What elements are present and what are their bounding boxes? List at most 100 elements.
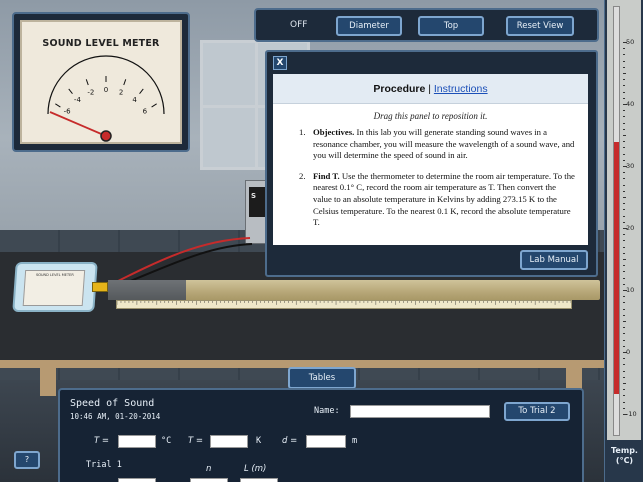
meter-face: SOUND LEVEL METER -6 -4 -2 0 2 4 6	[20, 20, 182, 144]
meter-tick-label: -6	[64, 107, 72, 115]
thermometer-minor-tick	[623, 376, 625, 378]
thermometer-scale: 50 40 30 20 10 0 -10	[607, 0, 641, 440]
thermometer-minor-tick	[623, 122, 625, 124]
meter-tick-label: 2	[119, 89, 123, 97]
item-text: Use the thermometer to determine the roo…	[313, 170, 575, 228]
drag-hint: Drag this panel to reposition it.	[373, 111, 488, 121]
thermometer-minor-tick	[623, 321, 626, 322]
instructions-link[interactable]: Instructions	[434, 83, 488, 95]
thermometer-minor-tick	[623, 252, 625, 254]
thermometer-minor-tick	[623, 135, 626, 136]
thermometer-minor-tick	[623, 395, 625, 397]
sound-level-meter-panel: SOUND LEVEL METER -6 -4 -2 0 2 4 6	[12, 12, 190, 152]
thermometer-minor-tick	[623, 190, 625, 192]
procedure-title: Procedure	[373, 83, 426, 95]
thermometer-minor-tick	[623, 178, 625, 180]
thermometer-minor-tick	[623, 389, 625, 391]
thermometer-minor-tick	[623, 97, 625, 99]
data-panel-title: Speed of Sound	[70, 398, 155, 409]
meter-title: SOUND LEVEL METER	[42, 38, 160, 49]
procedure-content: Procedure | Instructions Drag this panel…	[273, 74, 588, 245]
thermometer-minor-tick	[623, 333, 625, 335]
d-label: d =	[282, 436, 298, 446]
diameter-button[interactable]: Diameter	[336, 16, 402, 36]
thermometer-minor-tick	[623, 327, 625, 329]
thermometer-minor-tick	[623, 116, 625, 118]
d-unit: m	[352, 436, 358, 446]
thermometer-minor-tick	[623, 283, 625, 285]
meter-tick	[123, 79, 127, 86]
item-heading: Find T.	[313, 170, 340, 181]
thermometer-minor-tick	[623, 79, 625, 81]
thermometer-minor-tick	[623, 271, 625, 273]
procedure-item: 1. Objectives. In this lab you will gene…	[299, 127, 576, 162]
small-sound-level-meter[interactable]: SOUND LEVEL METER	[12, 262, 98, 312]
meter-tick	[85, 79, 89, 86]
header-separator: |	[425, 83, 434, 95]
meter-tick	[139, 88, 144, 94]
lab-manual-button[interactable]: Lab Manual	[520, 250, 588, 270]
d-input[interactable]	[306, 435, 346, 448]
meter-tick-label: 6	[143, 107, 148, 115]
procedure-item: 2. Find T. Use the thermometer to determ…	[299, 171, 576, 229]
thermometer-tick-label: -10	[626, 410, 637, 418]
thermometer-minor-tick	[623, 259, 626, 260]
meter-tick-label: -2	[87, 89, 94, 97]
item-number: 2.	[299, 170, 306, 181]
thermometer-minor-tick	[623, 265, 625, 267]
l-column-header: L (m)	[244, 464, 267, 474]
tables-tab[interactable]: Tables	[288, 367, 356, 389]
item-number: 1.	[299, 127, 306, 137]
procedure-header: Procedure | Instructions	[273, 74, 588, 104]
thermometer-minor-tick	[623, 308, 625, 310]
close-icon[interactable]: X	[273, 56, 287, 70]
view-toolbar: OFF Diameter Top Reset View	[254, 8, 599, 42]
thermometer-minor-tick	[623, 246, 625, 248]
thermometer-minor-tick	[623, 48, 625, 50]
n-column-header: n	[206, 464, 212, 474]
thermometer-minor-tick	[623, 277, 625, 279]
meter-tick	[55, 103, 61, 108]
meter-dial: -6-4 -2 0 2 46	[47, 55, 165, 142]
trial-input[interactable]	[118, 478, 156, 482]
t-celsius-input[interactable]	[118, 435, 156, 448]
thermometer-minor-tick	[623, 147, 625, 149]
meter-tick	[68, 88, 73, 94]
help-button[interactable]: ?	[14, 451, 40, 469]
t-kelvin-label: T =	[188, 436, 204, 446]
thermometer-minor-tick	[623, 203, 625, 205]
thermometer-minor-tick	[623, 110, 625, 112]
l-input[interactable]	[240, 478, 278, 482]
thermometer-minor-tick	[623, 60, 625, 62]
thermometer-tick-label: 0	[626, 348, 631, 356]
thermometer[interactable]: 50 40 30 20 10 0 -10 Temp. (°C)	[604, 0, 643, 482]
data-panel: Speed of Sound 10:46 AM, 01-20-2014 Name…	[58, 388, 584, 482]
thermometer-tick-label: 50	[626, 38, 635, 46]
thermometer-minor-tick	[623, 221, 625, 223]
thermometer-minor-tick	[623, 314, 625, 316]
name-input[interactable]	[350, 405, 490, 418]
n-input[interactable]	[190, 478, 228, 482]
thermometer-minor-tick	[623, 184, 625, 186]
top-view-button[interactable]: Top	[418, 16, 484, 36]
thermometer-minor-tick	[623, 85, 625, 87]
thermometer-minor-tick	[623, 364, 625, 366]
thermometer-minor-tick	[623, 197, 626, 198]
procedure-panel[interactable]: X Procedure | Instructions Drag this pan…	[265, 50, 598, 277]
thermometer-minor-tick	[623, 66, 625, 68]
speaker[interactable]	[92, 282, 108, 292]
thermometer-minor-tick	[623, 215, 625, 217]
thermometer-minor-tick	[623, 54, 625, 56]
thermometer-minor-tick	[623, 91, 625, 93]
thermometer-tick-label: 20	[626, 224, 635, 232]
to-trial-2-button[interactable]: To Trial 2	[504, 402, 570, 421]
power-status: OFF	[290, 20, 308, 30]
meter-tick-label: 4	[132, 96, 137, 104]
thermometer-tick-label: 10	[626, 286, 635, 294]
thermometer-minor-tick	[623, 141, 625, 143]
name-label: Name:	[314, 406, 340, 416]
thermometer-minor-tick	[623, 383, 626, 384]
reset-view-button[interactable]: Reset View	[506, 16, 574, 36]
t-kelvin-input[interactable]	[210, 435, 248, 448]
thermometer-minor-tick	[623, 73, 626, 74]
